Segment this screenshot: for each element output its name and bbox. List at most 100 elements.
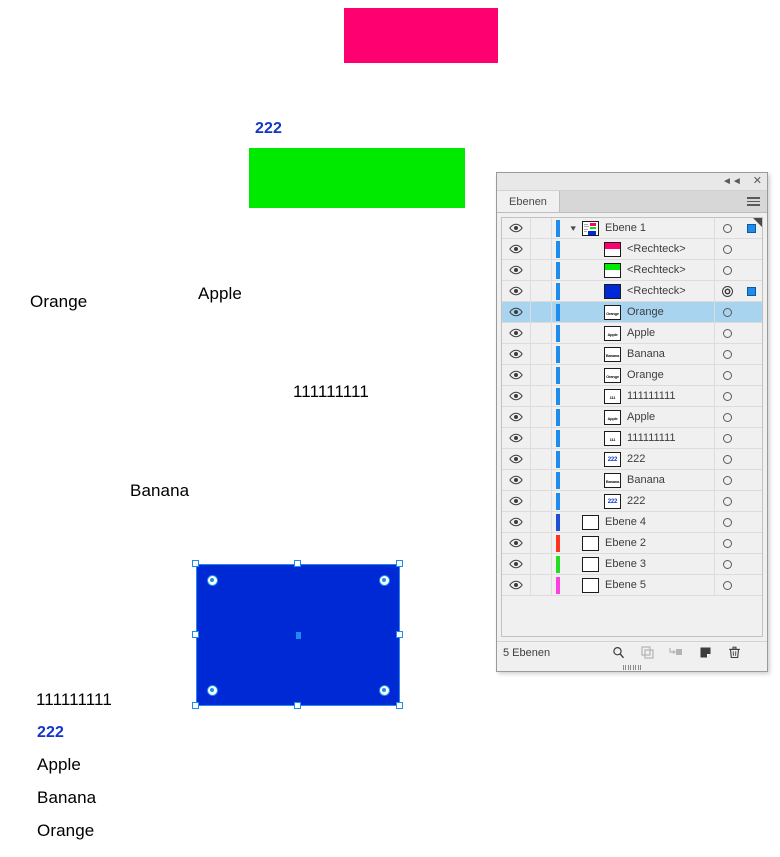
visibility-toggle-10[interactable]	[502, 433, 530, 443]
layer-row-17[interactable]: Ebene 5	[502, 575, 762, 596]
target-indicator-1[interactable]	[714, 239, 740, 259]
visibility-toggle-6[interactable]	[502, 349, 530, 359]
visibility-toggle-12[interactable]	[502, 475, 530, 485]
lock-toggle-17[interactable]	[530, 575, 552, 595]
target-indicator-7[interactable]	[714, 365, 740, 385]
target-indicator-3[interactable]	[714, 281, 740, 301]
live-corner-widget-tl[interactable]	[206, 574, 218, 586]
collapse-icon[interactable]: ◄◄	[722, 176, 742, 187]
layer-row-14[interactable]: Ebene 4	[502, 512, 762, 533]
live-corner-widget-tr[interactable]	[378, 574, 390, 586]
visibility-toggle-16[interactable]	[502, 559, 530, 569]
text-222-top[interactable]: 222	[255, 120, 282, 138]
visibility-toggle-17[interactable]	[502, 580, 530, 590]
layer-row-0[interactable]: ▾ Ebene 1	[502, 218, 762, 239]
visibility-toggle-3[interactable]	[502, 286, 530, 296]
layer-row-2[interactable]: <Rechteck>	[502, 260, 762, 281]
layer-name-4[interactable]: Orange	[621, 306, 714, 318]
layer-name-11[interactable]: 222	[621, 453, 714, 465]
resize-handle-s[interactable]	[294, 702, 301, 709]
object-thumbnail-text-6[interactable]: Banana	[604, 346, 621, 362]
layer-thumbnail-empty-17[interactable]	[582, 577, 599, 593]
object-thumbnail-text-5[interactable]: Apple	[604, 325, 621, 341]
target-indicator-17[interactable]	[714, 575, 740, 595]
layer-name-17[interactable]: Ebene 5	[599, 579, 714, 591]
lock-toggle-1[interactable]	[530, 239, 552, 259]
layer-row-16[interactable]: Ebene 3	[502, 554, 762, 575]
visibility-toggle-5[interactable]	[502, 328, 530, 338]
layer-name-3[interactable]: <Rechteck>	[621, 285, 714, 297]
layer-row-5[interactable]: Apple Apple	[502, 323, 762, 344]
lock-toggle-3[interactable]	[530, 281, 552, 301]
layers-panel[interactable]: ◄◄ ✕ Ebenen ▾ Ebene 1 <Rechteck> <Rechteck>…	[496, 172, 768, 672]
text-111111111-bottom[interactable]: 111111111	[36, 690, 112, 710]
object-thumbnail-blue-3[interactable]	[604, 283, 621, 299]
lock-toggle-12[interactable]	[530, 470, 552, 490]
lock-toggle-7[interactable]	[530, 365, 552, 385]
object-thumbnail-green-2[interactable]	[604, 262, 621, 278]
layer-name-15[interactable]: Ebene 2	[599, 537, 714, 549]
locate-object-icon[interactable]	[611, 646, 625, 660]
visibility-toggle-1[interactable]	[502, 244, 530, 254]
layer-thumbnail-empty-15[interactable]	[582, 535, 599, 551]
target-indicator-10[interactable]	[714, 428, 740, 448]
object-thumbnail-text-9[interactable]: Apple	[604, 409, 621, 425]
visibility-toggle-14[interactable]	[502, 517, 530, 527]
layer-row-10[interactable]: 111 111111111	[502, 428, 762, 449]
create-sublayer-icon[interactable]	[669, 646, 683, 660]
lock-toggle-9[interactable]	[530, 407, 552, 427]
resize-handle-e[interactable]	[396, 631, 403, 638]
lock-toggle-0[interactable]	[530, 218, 552, 238]
layer-row-9[interactable]: Apple Apple	[502, 407, 762, 428]
layer-name-6[interactable]: Banana	[621, 348, 714, 360]
visibility-toggle-11[interactable]	[502, 454, 530, 464]
target-indicator-13[interactable]	[714, 491, 740, 511]
target-indicator-12[interactable]	[714, 470, 740, 490]
resize-handle-n[interactable]	[294, 560, 301, 567]
expand-toggle-0[interactable]: ▾	[564, 223, 582, 234]
layer-name-13[interactable]: 222	[621, 495, 714, 507]
text-orange-bottom[interactable]: Orange	[37, 821, 94, 841]
object-thumbnail-text-4[interactable]: Orange	[604, 304, 621, 320]
target-indicator-11[interactable]	[714, 449, 740, 469]
panel-menu-icon[interactable]	[747, 191, 760, 212]
layer-name-8[interactable]: 111111111	[621, 390, 714, 402]
layers-list[interactable]: ▾ Ebene 1 <Rechteck> <Rechteck> <Rechteck> Or…	[501, 217, 763, 637]
target-indicator-8[interactable]	[714, 386, 740, 406]
text-banana-bottom[interactable]: Banana	[37, 788, 96, 808]
layer-row-7[interactable]: Orange Orange	[502, 365, 762, 386]
layer-row-3[interactable]: <Rechteck>	[502, 281, 762, 302]
object-thumbnail-text-11[interactable]: 222	[604, 451, 621, 467]
target-indicator-16[interactable]	[714, 554, 740, 574]
live-corner-widget-bl[interactable]	[206, 684, 218, 696]
visibility-toggle-9[interactable]	[502, 412, 530, 422]
object-thumbnail-text-8[interactable]: 111	[604, 388, 621, 404]
lock-toggle-6[interactable]	[530, 344, 552, 364]
target-indicator-9[interactable]	[714, 407, 740, 427]
layer-name-16[interactable]: Ebene 3	[599, 558, 714, 570]
layer-row-1[interactable]: <Rechteck>	[502, 239, 762, 260]
layer-row-6[interactable]: Banana Banana	[502, 344, 762, 365]
resize-handle-sw[interactable]	[192, 702, 199, 709]
layer-name-0[interactable]: Ebene 1	[599, 222, 714, 234]
layer-name-7[interactable]: Orange	[621, 369, 714, 381]
object-thumbnail-text-10[interactable]: 111	[604, 430, 621, 446]
lock-toggle-11[interactable]	[530, 449, 552, 469]
object-thumbnail-pink-1[interactable]	[604, 241, 621, 257]
layer-name-9[interactable]: Apple	[621, 411, 714, 423]
tab-ebenen[interactable]: Ebenen	[497, 191, 560, 212]
visibility-toggle-7[interactable]	[502, 370, 530, 380]
object-thumbnail-text-12[interactable]: Banana	[604, 472, 621, 488]
visibility-toggle-13[interactable]	[502, 496, 530, 506]
visibility-toggle-4[interactable]	[502, 307, 530, 317]
layer-thumbnail-artwork-0[interactable]	[582, 220, 599, 236]
lock-toggle-2[interactable]	[530, 260, 552, 280]
delete-selection-icon[interactable]	[727, 646, 741, 660]
target-indicator-5[interactable]	[714, 323, 740, 343]
lock-toggle-8[interactable]	[530, 386, 552, 406]
visibility-toggle-0[interactable]	[502, 223, 530, 233]
layer-name-2[interactable]: <Rechteck>	[621, 264, 714, 276]
text-222-bottom[interactable]: 222	[37, 724, 64, 742]
target-indicator-14[interactable]	[714, 512, 740, 532]
layer-row-13[interactable]: 222 222	[502, 491, 762, 512]
